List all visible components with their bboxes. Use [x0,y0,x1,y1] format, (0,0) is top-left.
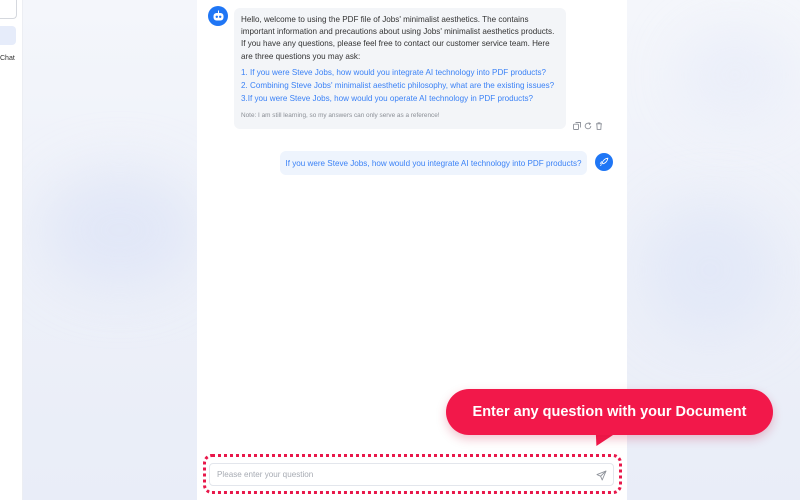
question-input[interactable] [217,466,577,483]
suggested-question-2[interactable]: 2. Combining Steve Jobs' minimalist aest… [241,79,558,92]
bot-message-intro: Hello, welcome to using the PDF file of … [241,15,555,61]
bot-message: Hello, welcome to using the PDF file of … [234,8,566,129]
delete-icon[interactable] [594,121,603,130]
sidebar-item-chat[interactable]: Chat [0,55,15,62]
suggested-question-1[interactable]: 1. If you were Steve Jobs, how would you… [241,66,558,79]
bot-avatar [208,6,228,26]
background-glow-top-right [680,30,790,120]
copy-icon[interactable] [572,121,581,130]
suggested-question-3[interactable]: 3.If you were Steve Jobs, how would you … [241,92,558,105]
robot-icon [213,10,223,21]
send-icon [596,470,606,480]
message-actions [572,121,603,130]
sidebar-search-box[interactable] [0,0,17,19]
user-avatar [595,153,613,171]
background-glow-left [40,170,200,290]
bot-message-note: Note: I am still learning, so my answers… [241,111,440,119]
refresh-icon[interactable] [583,121,592,130]
user-message: If you were Steve Jobs, how would you in… [280,151,587,175]
rocket-icon [599,157,609,167]
question-input-box [209,463,614,486]
left-sidebar: Chat [0,0,23,500]
sidebar-active-item[interactable] [0,26,16,45]
callout-banner: Enter any question with your Document [446,389,773,435]
background-glow-right [640,200,780,340]
send-button[interactable] [594,468,608,482]
